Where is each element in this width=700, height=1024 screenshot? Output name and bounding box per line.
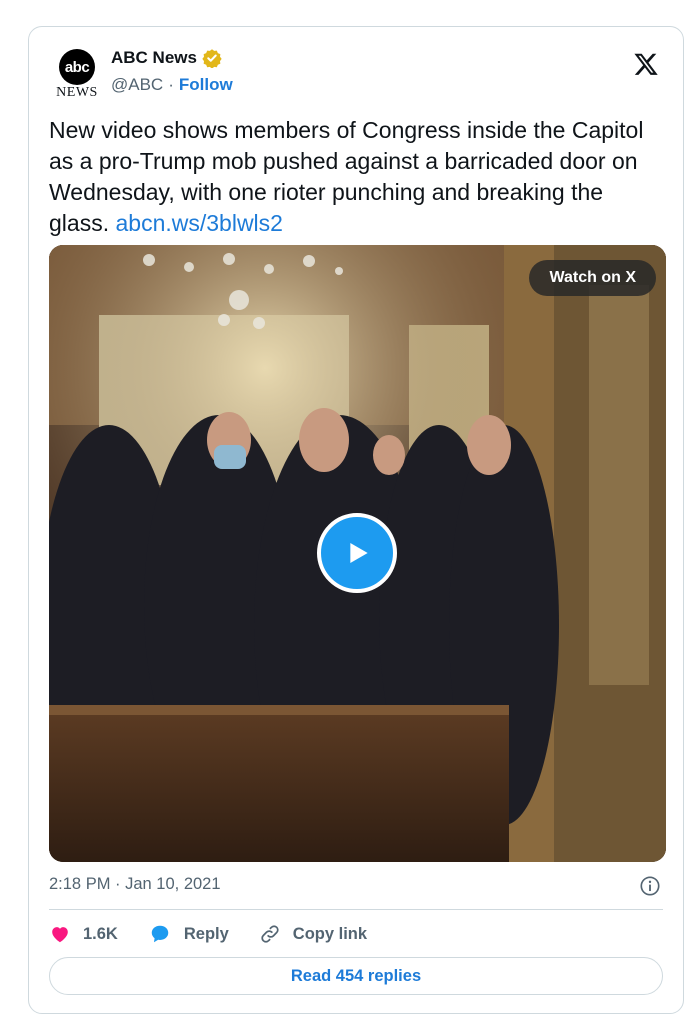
video-thumbnail[interactable]: Watch on X [49, 245, 666, 862]
copy-link-button[interactable]: Copy link [259, 923, 367, 945]
read-replies-button[interactable]: Read 454 replies [49, 957, 663, 995]
tweet-card: abc NEWS ABC News @ABC · Follow New vide… [28, 26, 684, 1014]
verified-badge-icon [202, 49, 222, 68]
separator-dot: · [168, 75, 174, 94]
like-count: 1.6K [83, 924, 118, 943]
avatar-news-label: NEWS [56, 85, 98, 100]
play-icon [350, 543, 368, 563]
reply-label: Reply [183, 924, 229, 943]
copy-link-label: Copy link [292, 924, 368, 943]
action-bar: 1.6K Reply Copy link [49, 921, 397, 947]
link-icon [261, 925, 279, 943]
like-button[interactable]: 1.6K [49, 923, 118, 945]
info-icon[interactable] [639, 875, 661, 897]
follow-button[interactable]: Follow [179, 75, 233, 95]
reply-bubble-icon [151, 925, 169, 943]
tweet-header: abc NEWS ABC News @ABC · Follow [49, 47, 663, 101]
account-name[interactable]: ABC News [111, 48, 197, 68]
x-logo-icon[interactable] [633, 51, 659, 77]
tweet-link[interactable]: abcn.ws/3blwls2 [115, 210, 282, 236]
watch-on-x-button[interactable]: Watch on X [529, 260, 656, 296]
reply-button[interactable]: Reply [148, 923, 229, 945]
divider [49, 909, 663, 910]
avatar[interactable]: abc NEWS [49, 47, 105, 101]
heart-icon [52, 927, 68, 943]
tweet-text: New video shows members of Congress insi… [49, 115, 669, 239]
play-button[interactable] [317, 513, 397, 593]
timestamp-row: 2:18 PM · Jan 10, 2021 [49, 875, 663, 899]
tweet-timestamp[interactable]: 2:18 PM · Jan 10, 2021 [49, 875, 221, 893]
account-handle[interactable]: @ABC [111, 75, 163, 95]
avatar-logo: abc [59, 49, 95, 85]
